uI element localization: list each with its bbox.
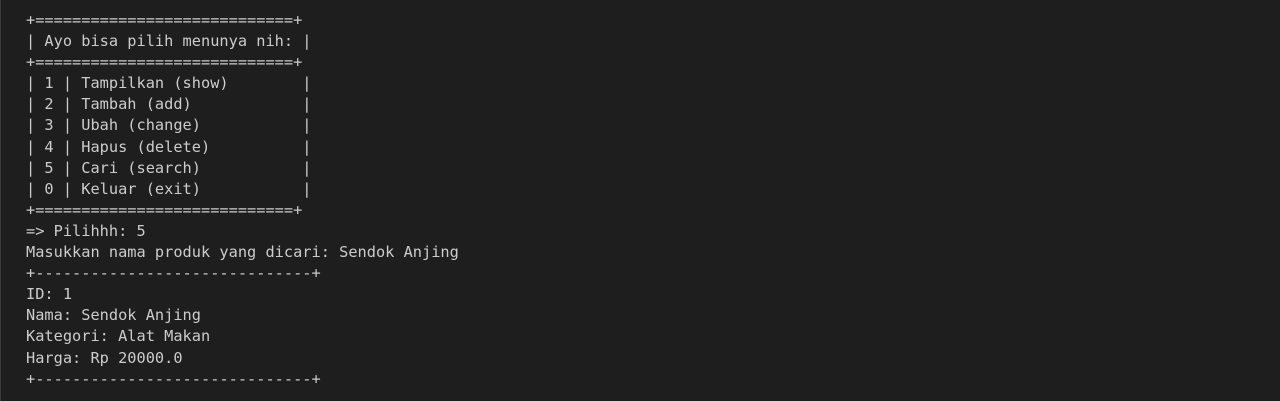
search-prompt: Masukkan nama produk yang dicari: Sendok… xyxy=(26,243,459,262)
menu-border-mid: +============================+ xyxy=(26,53,303,72)
result-border-bottom: +------------------------------+ xyxy=(26,369,321,388)
choice-prompt: => Pilihhh: 5 xyxy=(26,221,146,240)
menu-option-show: | 1 | Tampilkan (show) | xyxy=(26,74,312,93)
menu-border-bottom: +============================+ xyxy=(26,200,303,219)
result-price: Harga: Rp 20000.0 xyxy=(26,348,183,367)
result-id: ID: 1 xyxy=(26,285,73,304)
menu-option-add: | 2 | Tambah (add) | xyxy=(26,95,312,114)
menu-option-exit: | 0 | Keluar (exit) | xyxy=(26,179,312,198)
result-name: Nama: Sendok Anjing xyxy=(26,306,201,325)
menu-option-change: | 3 | Ubah (change) | xyxy=(26,116,312,135)
result-category: Kategori: Alat Makan xyxy=(26,327,211,346)
menu-title: | Ayo bisa pilih menunya nih: | xyxy=(26,32,312,51)
terminal-output[interactable]: +============================+ | Ayo bis… xyxy=(0,0,1280,401)
menu-border-top: +============================+ xyxy=(26,11,303,29)
result-border-top: +------------------------------+ xyxy=(26,264,321,283)
menu-option-search: | 5 | Cari (search) | xyxy=(26,158,312,177)
menu-option-delete: | 4 | Hapus (delete) | xyxy=(26,137,312,156)
